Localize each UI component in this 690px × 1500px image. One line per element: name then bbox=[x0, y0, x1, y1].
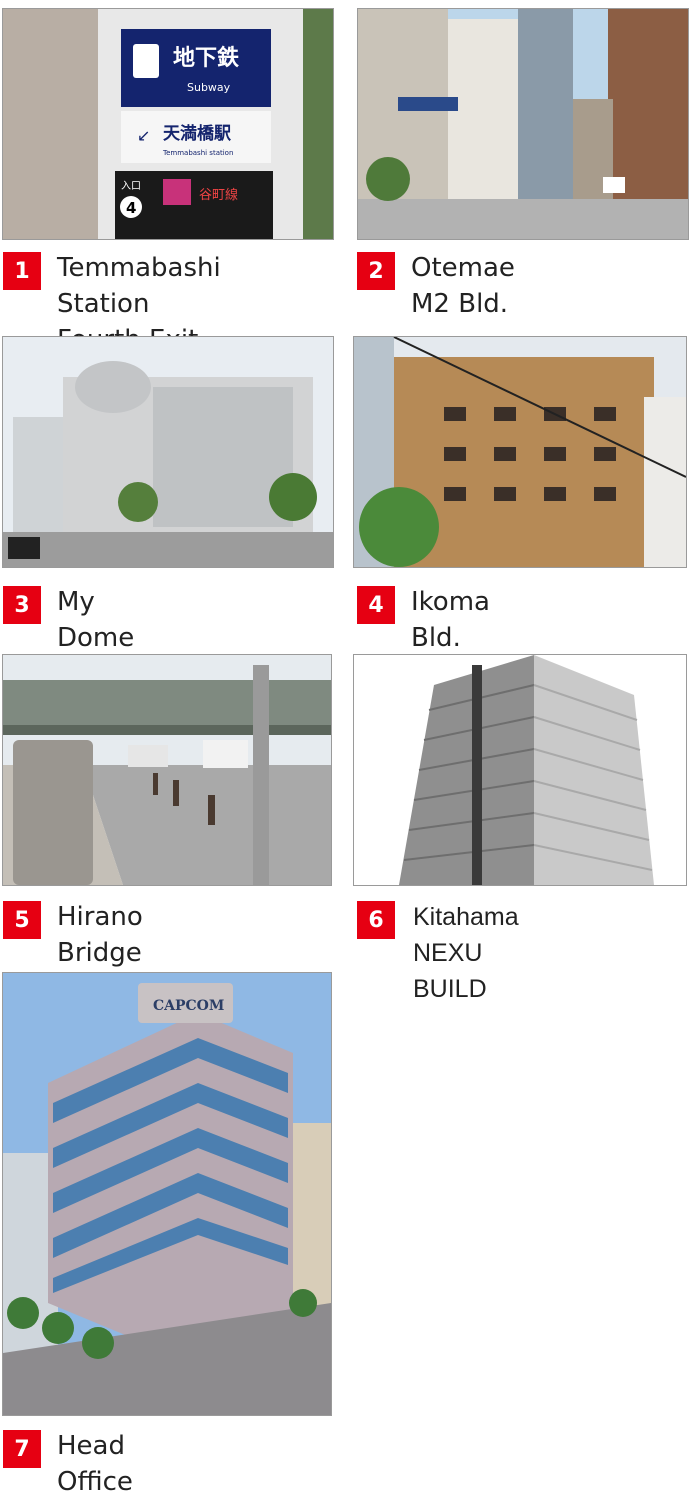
location-number-badge: 4 bbox=[357, 586, 395, 624]
location-number-badge: 3 bbox=[3, 586, 41, 624]
capcom-sign: CAPCOM bbox=[153, 998, 224, 1014]
location-number-badge: 5 bbox=[3, 901, 41, 939]
sign-station-jp: 天満橋駅 bbox=[163, 123, 232, 144]
my-dome-osaka-photo[interactable] bbox=[2, 336, 334, 568]
sign-exit-number: 4 bbox=[126, 199, 136, 217]
sign-station-en: Temmabashi station bbox=[162, 149, 233, 157]
kitahama-nexu-build-photo[interactable] bbox=[353, 654, 687, 886]
sign-subway-jp: 地下鉄 bbox=[173, 45, 239, 71]
location-number-badge: 7 bbox=[3, 1430, 41, 1468]
location-label: Otemae M2 Bld. bbox=[411, 253, 515, 319]
head-office-photo[interactable]: CAPCOM bbox=[2, 972, 332, 1416]
location-number-badge: 6 bbox=[357, 901, 395, 939]
location-label: Hirano Bridge bbox=[57, 902, 143, 968]
sign-subway-en: Subway bbox=[187, 81, 231, 94]
hirano-bridge-photo[interactable] bbox=[2, 654, 332, 886]
location-number-badge: 1 bbox=[3, 252, 41, 290]
location-number-badge: 2 bbox=[357, 252, 395, 290]
otemae-m2-photo[interactable] bbox=[357, 8, 689, 240]
ikoma-bld-photo[interactable] bbox=[353, 336, 687, 568]
location-label: Head Office bbox=[57, 1431, 133, 1497]
sign-line-name: 谷町線 bbox=[199, 187, 238, 203]
location-label: Ikoma Bld. bbox=[411, 587, 490, 653]
sign-exit-label: 入口 bbox=[121, 181, 141, 192]
location-label: Kitahama NEXU BUILD bbox=[413, 903, 519, 1003]
temmabashi-station-photo[interactable]: 地下鉄 Subway ↙ 天満橋駅 Temmabashi station 入口 … bbox=[2, 8, 334, 240]
svg-text:↙: ↙ bbox=[137, 126, 150, 145]
